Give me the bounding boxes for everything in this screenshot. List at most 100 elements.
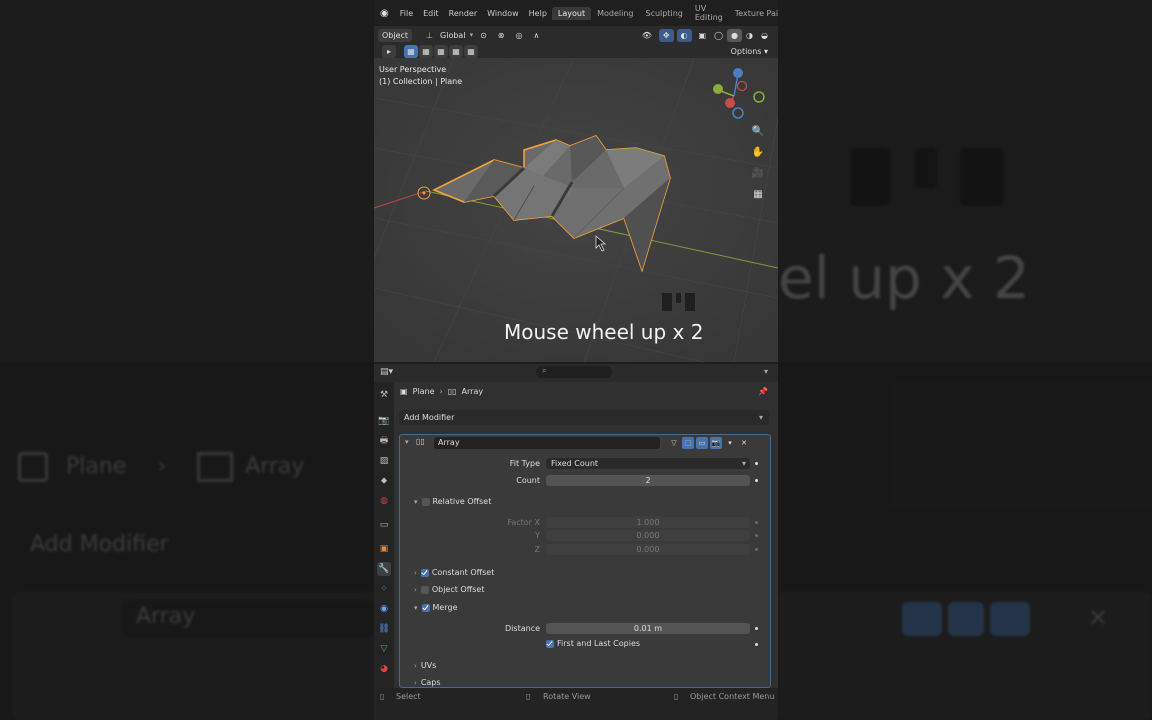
merge-panel[interactable]: ▾ Merge (414, 603, 458, 612)
count-field[interactable]: 2 (546, 475, 750, 486)
tab-view-layer[interactable]: ▨ (377, 454, 391, 468)
tab-object[interactable]: ▣ (377, 542, 391, 556)
select-invert-icon[interactable]: ▦ (449, 44, 463, 58)
options-dropdown[interactable]: Options ▾ (727, 45, 772, 58)
keyframe-dot[interactable] (755, 521, 758, 524)
chevron-right-icon: › (414, 662, 417, 670)
chevron-down-icon[interactable]: ▾ (470, 31, 474, 39)
select-new-icon[interactable]: ▦ (404, 44, 418, 58)
tab-particles[interactable]: ⁘ (377, 582, 391, 596)
merge-checkbox[interactable] (421, 603, 430, 612)
tab-texture-paint[interactable]: Texture Paint (729, 7, 778, 20)
fit-type-label: Fit Type (509, 459, 540, 468)
select-subtract-icon[interactable]: ▦ (434, 44, 448, 58)
modifier-header: ▾ ▯▯ Array ▽ ⬚ ▭ 📷 ▾ ✕ (400, 435, 770, 451)
grid-view-icon[interactable]: ▦ (750, 186, 766, 202)
first-last-copies-checkbox[interactable] (546, 639, 554, 648)
add-modifier-button[interactable]: Add Modifier ▾ (399, 410, 769, 425)
editor-type-icon[interactable]: ▤▾ (380, 367, 393, 377)
cursor-tool-icon[interactable]: ▸ (382, 44, 396, 58)
tab-constraints[interactable]: ⛓ (377, 622, 391, 636)
distance-field[interactable]: 0.01 m (546, 623, 750, 634)
menu-render[interactable]: Render (444, 9, 482, 18)
constant-offset-panel[interactable]: › Constant Offset (414, 568, 494, 577)
blender-logo-icon[interactable]: ◉ (380, 8, 389, 19)
factor-x-field[interactable]: 1.000 (546, 517, 750, 528)
uvs-panel[interactable]: › UVs (414, 661, 436, 670)
fit-type-dropdown[interactable]: Fixed Count ▾ (546, 458, 750, 469)
close-icon[interactable]: ✕ (738, 437, 750, 449)
relative-offset-checkbox[interactable] (421, 497, 430, 506)
render-camera-icon[interactable]: 📷 (710, 437, 722, 449)
gizmo-icon[interactable]: ✥ (658, 28, 674, 42)
select-extend-icon[interactable]: ▦ (419, 44, 433, 58)
snap-icon[interactable]: ⊗ (494, 29, 509, 42)
proportional-icon[interactable]: ◎ (511, 29, 526, 42)
keyframe-dot[interactable] (755, 479, 758, 482)
collapse-chevron-icon[interactable]: ▾ (405, 438, 409, 446)
tab-sculpting[interactable]: Sculpting (640, 7, 689, 20)
material-shading-icon[interactable]: ◑ (742, 29, 757, 42)
3d-viewport[interactable]: User Perspective (1) Collection | Plane … (374, 58, 778, 362)
visibility-icon[interactable]: 👁 (638, 29, 656, 42)
keyframe-dot[interactable] (755, 643, 758, 646)
tab-tool[interactable]: ⚒ (377, 388, 391, 402)
menu-window[interactable]: Window (482, 9, 524, 18)
select-intersect-icon[interactable]: ▦ (464, 44, 478, 58)
tab-output[interactable]: 🖶 (377, 434, 391, 448)
falloff-icon[interactable]: ∧ (529, 29, 543, 42)
rendered-shading-icon[interactable]: ◒ (757, 29, 772, 42)
keystroke-caption: Mouse wheel up x 2 (504, 320, 704, 344)
chevron-down-icon[interactable]: ▾ (764, 367, 768, 376)
modifier-name-field[interactable]: Array (434, 437, 660, 449)
chevron-down-icon: ▾ (414, 498, 418, 506)
pivot-icon[interactable]: ⊙ (476, 29, 491, 42)
camera-icon[interactable]: 🎥 (750, 165, 766, 181)
properties-search-input[interactable]: ⌕ (536, 366, 612, 378)
edit-mode-icon[interactable]: ⬚ (682, 437, 694, 449)
z-field[interactable]: 0.000 (546, 544, 750, 555)
menu-edit[interactable]: Edit (418, 9, 444, 18)
pan-hand-icon[interactable]: ✋ (750, 144, 766, 160)
keyframe-dot[interactable] (755, 548, 758, 551)
object-offset-checkbox[interactable] (420, 585, 429, 594)
tab-material[interactable]: ◕ (377, 662, 391, 676)
tab-layout[interactable]: Layout (551, 6, 592, 20)
wireframe-shading-icon[interactable]: ◯ (710, 29, 727, 42)
caps-panel[interactable]: › Caps (414, 678, 441, 687)
tab-collection[interactable]: ▭ (377, 518, 391, 532)
tab-world[interactable]: ◍ (377, 494, 391, 508)
chevron-right-icon: › (439, 387, 443, 396)
keyframe-dot[interactable] (755, 534, 758, 537)
first-last-copies-option[interactable]: First and Last Copies (546, 639, 640, 648)
overlay-icon[interactable]: ◐ (676, 28, 692, 42)
menu-file[interactable]: File (395, 9, 418, 18)
tab-data[interactable]: ▽ (377, 642, 391, 656)
menu-help[interactable]: Help (524, 9, 552, 18)
on-cage-icon[interactable]: ▽ (668, 437, 680, 449)
tab-modifiers[interactable]: 🔧 (377, 562, 391, 576)
chevron-down-icon: ▾ (741, 459, 746, 468)
orientation-dropdown[interactable]: Global (436, 29, 470, 42)
solid-shading-icon[interactable]: ● (727, 28, 743, 42)
mode-dropdown[interactable]: Object (378, 28, 413, 42)
tab-modeling[interactable]: Modeling (591, 7, 639, 20)
keyframe-dot[interactable] (755, 627, 758, 630)
xray-icon[interactable]: ▣ (695, 29, 711, 42)
tab-render[interactable]: 📷 (377, 414, 391, 428)
zoom-icon[interactable]: 🔍 (750, 123, 766, 139)
tab-uv-editing[interactable]: UV Editing (689, 2, 729, 24)
relative-offset-panel[interactable]: ▾ Relative Offset (414, 497, 491, 506)
tab-physics[interactable]: ◉ (377, 602, 391, 616)
object-offset-panel[interactable]: › Object Offset (414, 585, 484, 594)
viewport-display-icon[interactable]: ▭ (696, 437, 708, 449)
tool-settings-row: ▸ ▦ ▦ ▦ ▦ ▦ Options ▾ (374, 44, 778, 58)
chevron-down-icon: ▾ (414, 604, 418, 612)
chevron-down-icon[interactable]: ▾ (724, 437, 736, 449)
array-modifier-box: ▾ ▯▯ Array ▽ ⬚ ▭ 📷 ▾ ✕ Fit Type Fixed Co… (399, 434, 771, 688)
constant-offset-checkbox[interactable] (420, 568, 429, 577)
y-field[interactable]: 0.000 (546, 530, 750, 541)
pin-icon[interactable]: 📌 (758, 387, 768, 396)
tab-scene[interactable]: ⬥ (377, 474, 391, 488)
keyframe-dot[interactable] (755, 462, 758, 465)
